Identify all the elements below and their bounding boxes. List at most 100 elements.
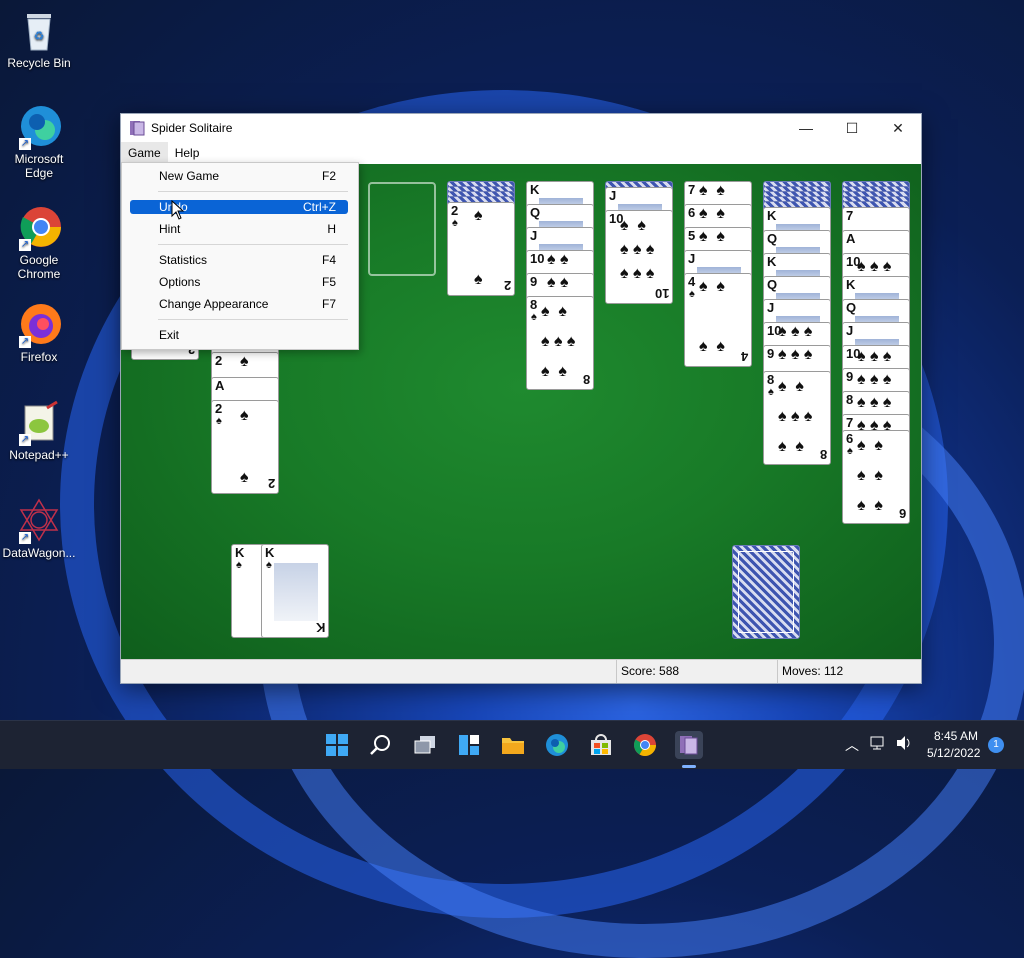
menu-item-undo[interactable]: Undo Ctrl+Z [130, 200, 348, 214]
card-rank: K [530, 182, 540, 197]
spider-solitaire-icon[interactable] [675, 731, 703, 759]
spade-icon: ♠ ♠ ♠ [778, 346, 813, 363]
spade-icon: ♠ ♠ [699, 228, 725, 245]
close-button[interactable]: ✕ [875, 114, 921, 142]
card-rank: 8 [530, 297, 538, 312]
tableau-card[interactable]: 2 ♠ ♠ ♠ 2 [447, 202, 515, 296]
minimize-button[interactable]: — [783, 114, 829, 142]
volume-icon[interactable] [895, 735, 913, 754]
spade-icon: ♠ ♠ [541, 363, 567, 380]
desktop-icon-edge[interactable]: ↗ Microsoft Edge [0, 104, 78, 180]
spade-icon: ♠ ♠ [699, 205, 725, 222]
maximize-button[interactable]: ☐ [829, 114, 875, 142]
spade-icon: ♠ ♠ ♠ [778, 323, 813, 340]
desktop-icon-datawagon[interactable]: ↗ DataWagon... [0, 498, 78, 560]
card-rank: 10 [530, 251, 545, 266]
card-rank: Q [767, 231, 778, 246]
spade-icon: ♠ [240, 469, 249, 486]
card-rank: 4 [740, 349, 748, 364]
widgets-icon[interactable] [455, 731, 483, 759]
chrome-icon[interactable] [631, 731, 659, 759]
tableau-card[interactable]: 2 ♠ ♠ ♠ 2 [211, 400, 279, 494]
tableau-card[interactable]: 8 ♠ ♠ ♠ ♠ ♠ ♠ ♠ ♠ 8 [526, 296, 594, 390]
menu-game[interactable]: Game [121, 142, 168, 164]
clock-time[interactable]: 8:45 AM [934, 729, 978, 743]
card-rank: J [609, 188, 617, 203]
menu-item-label: Hint [159, 222, 181, 236]
menu-item-label: New Game [159, 169, 220, 183]
menu-separator [158, 244, 348, 245]
desktop-icon-notepad-plus-plus[interactable]: ↗ Notepad++ [0, 400, 78, 462]
notification-badge[interactable]: 1 [988, 737, 1004, 753]
recycle-bin-icon: ♻ [17, 8, 61, 52]
completed-sequence-card: K ♠ K [261, 544, 329, 638]
edge-icon[interactable] [543, 731, 571, 759]
tableau-card[interactable]: 4 ♠ ♠ ♠ ♠ ♠ 4 [684, 273, 752, 367]
svg-text:♻: ♻ [34, 29, 45, 43]
minimize-icon: — [799, 120, 813, 136]
shortcut-arrow-icon: ↗ [19, 532, 31, 544]
card-rank: 9 [767, 346, 775, 361]
show-hidden-icons-chevron-icon[interactable]: ︿ [845, 735, 859, 755]
menu-item-shortcut: F5 [321, 275, 336, 289]
empty-column-slot[interactable] [368, 182, 436, 276]
desktop-icon-label: DataWagon... [2, 546, 76, 560]
firefox-icon: ↗ [17, 302, 61, 348]
menu-item-hint[interactable]: Hint H [130, 221, 348, 237]
moves-display: Moves: 112 [777, 660, 922, 683]
card-rank: K [846, 277, 856, 292]
card-rank: 7 [846, 208, 854, 223]
card-rank: 6 [846, 431, 854, 446]
clock-date[interactable]: 5/12/2022 [927, 746, 980, 760]
network-icon[interactable] [870, 735, 888, 754]
menu-item-statistics[interactable]: Statistics F4 [130, 252, 348, 268]
task-view-icon[interactable] [411, 731, 439, 759]
face-card-art [274, 563, 318, 621]
menu-item-shortcut: F7 [321, 297, 336, 311]
store-icon[interactable] [587, 731, 615, 759]
card-rank: K [315, 620, 325, 635]
tableau-card[interactable]: 10 ♠ ♠ ♠ ♠ ♠ ♠ ♠ ♠ 10 [605, 210, 673, 304]
score-display: Score: 588 [616, 660, 776, 683]
spade-icon: ♠ ♠ ♠ [778, 408, 813, 425]
card-rank: J [530, 228, 538, 243]
card-rank: K [767, 208, 777, 223]
desktop-icon-label: Recycle Bin [7, 56, 71, 70]
windows-start-icon[interactable] [323, 731, 351, 759]
spade-icon: ♠ ♠ ♠ [541, 333, 576, 350]
card-rank: J [846, 323, 854, 338]
file-explorer-icon[interactable] [499, 731, 527, 759]
tableau-card[interactable]: 8 ♠ ♠ ♠ ♠ ♠ ♠ ♠ ♠ 8 [763, 371, 831, 465]
card-rank: Q [767, 277, 778, 292]
card-rank: K [235, 545, 245, 560]
desktop-icon-label: Notepad++ [9, 448, 69, 462]
spade-icon: ♠ [240, 407, 249, 424]
spade-icon: ♠ ♠ ♠ [857, 394, 892, 411]
search-icon[interactable] [367, 731, 395, 759]
card-rank: 9 [530, 274, 538, 289]
spade-icon: ♠ ♠ ♠ [620, 265, 655, 282]
desktop-icon-recycle-bin[interactable]: ♻ Recycle Bin [0, 8, 78, 70]
menu-item-shortcut: Ctrl+Z [303, 200, 336, 214]
close-icon: ✕ [892, 119, 904, 136]
taskbar: ︿ 8:45 AM 5/12/2022 1 [0, 720, 1024, 769]
desktop-icon-firefox[interactable]: ↗ Firefox [0, 302, 78, 364]
spade-icon: ♠ ♠ [547, 251, 569, 268]
card-rank: 6 [688, 205, 696, 220]
menu-help[interactable]: Help [168, 142, 207, 164]
stock-pile[interactable] [732, 545, 800, 639]
menu-item-exit[interactable]: Exit [130, 327, 348, 343]
desktop-icon-chrome[interactable]: ↗ Google Chrome [0, 205, 78, 281]
card-rank: Q [530, 205, 541, 220]
card-rank: J [688, 251, 696, 266]
menu-item-change-appearance[interactable]: Change Appearance F7 [130, 296, 348, 312]
menu-item-new-game[interactable]: New Game F2 [130, 168, 348, 184]
spade-icon: ♠ ♠ [778, 438, 804, 455]
menu-separator [158, 191, 348, 192]
title-bar[interactable]: Spider Solitaire — ☐ ✕ [121, 114, 921, 142]
menu-item-options[interactable]: Options F5 [130, 274, 348, 290]
spade-icon: ♠ [236, 559, 242, 571]
tableau-card[interactable]: 6 ♠ ♠ ♠ ♠ ♠ ♠ ♠ 6 [842, 430, 910, 524]
menu-separator [158, 319, 348, 320]
notepad-plus-plus-icon: ↗ [17, 400, 61, 446]
